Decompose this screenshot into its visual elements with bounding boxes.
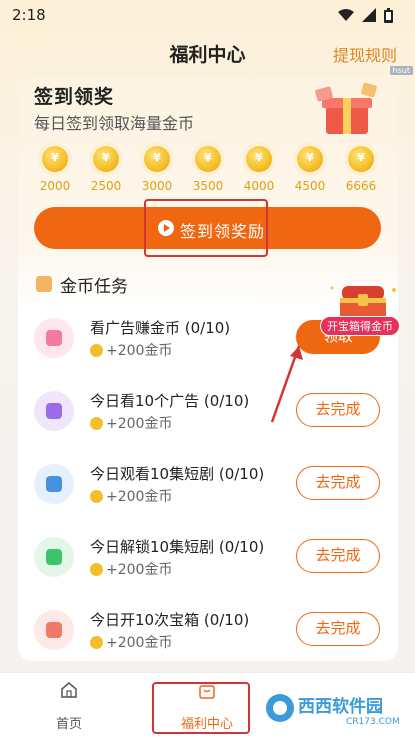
task-reward: +200金币: [90, 559, 172, 579]
task-reward: +200金币: [90, 632, 172, 652]
ad-icon: [34, 391, 74, 431]
coin-icon: ¥: [42, 146, 68, 172]
status-bar: 2:18: [0, 0, 415, 30]
coin-icon: ¥: [297, 146, 323, 172]
heart-icon: [34, 318, 74, 358]
task-reward: +200金币: [90, 486, 172, 506]
corner-badge: hsut: [389, 66, 413, 75]
battery-icon: [384, 7, 393, 23]
coin-icon: [90, 562, 103, 576]
day-reward: ¥2500: [81, 146, 131, 193]
svg-text:西西软件园: 西西软件园: [298, 696, 383, 717]
header: 福利中心 提现规则 hsut: [0, 36, 415, 75]
coin-icon: [90, 416, 103, 430]
withdraw-rules-link[interactable]: 提现规则: [333, 42, 397, 66]
coin-icon: ¥: [195, 146, 221, 172]
signal-icon: [362, 8, 376, 22]
coin-icon: [90, 489, 103, 503]
svg-text:CR173.COM: CR173.COM: [346, 717, 400, 727]
task-title: 今日解锁10集短剧 (0/10): [90, 538, 265, 556]
watermark-logo: 西西软件园 CR173.COM: [266, 694, 400, 727]
unlock-icon: [34, 537, 74, 577]
complete-button[interactable]: 去完成: [296, 612, 380, 646]
complete-button[interactable]: 去完成: [296, 466, 380, 500]
task-item: 今日观看10集短剧 (0/10) +200金币 去完成: [34, 460, 384, 512]
coin-icon: [90, 635, 103, 649]
task-item: 今日开10次宝箱 (0/10) +200金币 去完成: [34, 606, 384, 658]
task-item: 今日解锁10集短剧 (0/10) +200金币 去完成: [34, 533, 384, 585]
day-reward: ¥6666: [336, 146, 386, 193]
coin-icon: ¥: [246, 146, 272, 172]
checkin-subtitle: 每日签到领取海量金币: [34, 114, 195, 133]
checkin-days: ¥2000 ¥2500 ¥3000 ¥3500 ¥4000 ¥4500 ¥666…: [30, 146, 390, 196]
scroll-icon: [36, 276, 52, 292]
task-reward: +200金币: [90, 340, 172, 360]
day-reward: ¥2000: [30, 146, 80, 193]
status-icons: [338, 6, 393, 24]
day-reward: ¥3000: [132, 146, 182, 193]
wifi-icon: [338, 9, 354, 21]
box-icon: [34, 610, 74, 650]
day-reward: ¥3500: [183, 146, 233, 193]
task-heading-title: 金币任务: [60, 277, 128, 297]
nav-label-home: 首页: [55, 717, 82, 732]
day-reward: ¥4500: [285, 146, 335, 193]
gift-box-icon: [315, 82, 377, 134]
home-icon: [61, 682, 77, 698]
task-title: 看广告赚金币 (0/10): [90, 319, 231, 337]
nav-item-home[interactable]: 首页: [34, 681, 104, 732]
coin-icon: ¥: [93, 146, 119, 172]
day-reward: ¥4000: [234, 146, 284, 193]
checkin-title: 签到领奖: [34, 86, 115, 108]
task-title: 今日看10个广告 (0/10): [90, 392, 250, 410]
complete-button[interactable]: 去完成: [296, 539, 380, 573]
task-title: 今日观看10集短剧 (0/10): [90, 465, 265, 483]
task-title: 今日开10次宝箱 (0/10): [90, 611, 250, 629]
status-time: 2:18: [12, 6, 46, 24]
highlight-box: [144, 199, 268, 257]
complete-button[interactable]: 去完成: [296, 393, 380, 427]
coin-icon: ¥: [144, 146, 170, 172]
task-reward: +200金币: [90, 413, 172, 433]
treasure-label[interactable]: 开宝箱得金币: [320, 316, 400, 336]
video-icon: [34, 464, 74, 504]
coin-icon: [90, 343, 103, 357]
highlight-box: [152, 682, 250, 734]
coin-icon: ¥: [348, 146, 374, 172]
task-item: 今日看10个广告 (0/10) +200金币 去完成: [34, 387, 384, 439]
